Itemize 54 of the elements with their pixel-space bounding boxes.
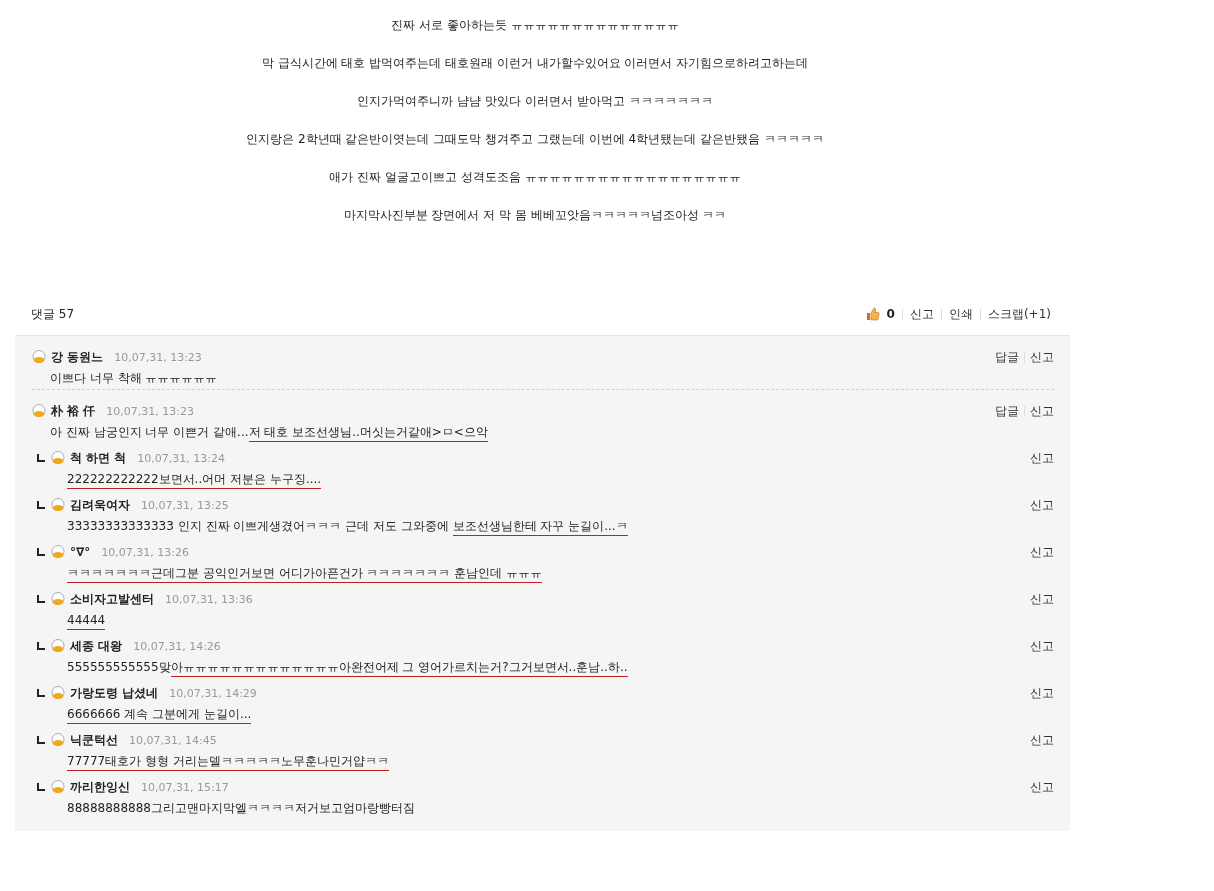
comment-author[interactable]: 朴 裕 仟 [51,402,96,420]
comment-text: 222222222222보면서..어머 저분은 누구징.... [67,470,1054,488]
comment-time: 10,07,31, 13:23 [106,404,195,418]
article-text: 막 급식시간에 태호 밥먹여주는데 태호원래 이런거 내가할수있어요 이러면서 자기힘으로하려고하는데 [261,55,809,72]
comment-time: 10,07,31, 13:36 [165,592,253,606]
header-link[interactable]: 인쇄 [948,305,973,323]
comment-author[interactable]: 강 동원느 [51,348,104,366]
comment-action-link[interactable]: 신고 [1030,348,1054,366]
comment-action-link[interactable]: 신고 [1030,731,1054,749]
header-link[interactable]: 신고 [909,305,934,323]
comment-time: 10,07,31, 14:26 [133,639,221,653]
comment-time: 10,07,31, 13:25 [141,498,229,512]
comment-action-link[interactable]: 신고 [1030,637,1054,655]
comment-text: 88888888888그리고맨마지막엘ㅋㅋㅋㅋ저거보고엄마랑빵터짐 [67,800,416,817]
comment-time: 10,07,31, 15:17 [141,780,229,794]
comment-author[interactable]: 가랑도령 납셨네 [70,684,159,702]
like-count: 0 [886,307,895,321]
comment-author[interactable]: °∇° [70,545,91,559]
comment-author[interactable]: 김려욱여자 [70,496,130,514]
comment-author[interactable]: 닉쿤턱선 [70,731,118,749]
comment-action-link[interactable]: 신고 [1030,496,1054,514]
comment-time: 10,07,31, 14:29 [169,686,257,700]
comment-action-link[interactable]: 신고 [1030,778,1054,796]
comment-time: 10,07,31, 13:23 [114,350,202,364]
comment-action-link[interactable]: 신고 [1030,543,1054,561]
comment-author[interactable]: 척 하면 척 [70,449,127,467]
header-link[interactable]: 스크랩(+1) [987,305,1051,323]
comment-text: ㅋㅋㅋㅋㅋㅋㅋ근데그분 공익인거보면 어디가아픈건가 ㅋㅋㅋㅋㅋㅋㅋ 훈남인데 ㅠㅠㅠ [67,564,1054,582]
article-text: 인지랑은 2학년때 같은반이엿는데 그때도막 챙겨주고 그랬는데 이번에 4학년됐는데 같은반됐음 ㅋㅋㅋㅋㅋ [246,131,824,148]
comment-action-link[interactable]: 답글 [995,402,1019,420]
comment-text: 33333333333333 인지 진짜 이쁘게생겼어ㅋㅋㅋ 근데 저도 그와중에 보조선생님한테 자꾸 눈길이...ㅋ [67,517,1054,535]
comment-text: 555555555555맞아ㅠㅠㅠㅠㅠㅠㅠㅠㅠㅠㅠㅠㅠ아완전어제 그 영어가르치는거?그거보면서..훈남..하.. [67,658,1054,676]
article-text: 진짜 서로 좋아하는듯 ㅠㅠㅠㅠㅠㅠㅠㅠㅠㅠㅠㅠㅠㅠ [391,17,679,34]
comment-author[interactable]: 까리한잉신 [70,778,130,796]
comment-action-link[interactable]: 신고 [1030,684,1054,702]
comment-author[interactable]: 세종 대왕 [70,637,123,655]
comment-text: 아 진짜 남궁인지 너무 이쁜거 같애...저 태호 보조선생님..머싯는거같애>ㅁ<으악 [50,423,1054,441]
comment-time: 10,07,31, 14:45 [129,733,217,747]
comment-action-link[interactable]: 신고 [1030,449,1054,467]
comment-action-link[interactable]: 신고 [1030,402,1054,420]
article-text: 애가 진짜 얼굴고이쁘고 성격도조음 ㅠㅠㅠㅠㅠㅠㅠㅠㅠㅠㅠㅠㅠㅠㅠㅠㅠㅠ [329,169,741,186]
article-text: 마지막사진부분 장면에서 저 막 몸 베베꼬앗음ㅋㅋㅋㅋㅋ넘조아성 ㅋㅋ [343,207,727,224]
thumbs-up-icon[interactable] [865,307,880,321]
comment-time: 10,07,31, 13:24 [137,451,226,465]
comment-text: 6666666 계속 그분에게 눈길이... [67,705,1054,723]
comment-author[interactable]: 소비자고발센터 [70,590,154,608]
comment-action-link[interactable]: 신고 [1030,590,1054,608]
comment-count: 댓글 57 [31,305,75,323]
comment-action-link[interactable]: 답글 [995,348,1019,366]
article-text: 인지가먹여주니까 냠냠 맛있다 이러면서 받아먹고 ㅋㅋㅋㅋㅋㅋㅋ [357,93,713,110]
comment-text: 44444 [67,611,1054,629]
comment-text: 이쁘다 너무 착해 ㅠㅠㅠㅠㅠㅠ [50,370,219,387]
comment-time: 10,07,31, 13:26 [101,545,190,559]
comment-text: 77777태호가 형형 거리는델ㅋㅋㅋㅋㅋ노무훈나민거얍ㅋㅋ [67,752,1054,770]
